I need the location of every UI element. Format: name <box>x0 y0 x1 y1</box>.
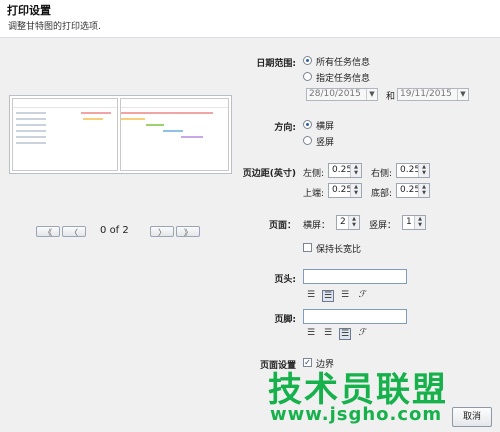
orientation-label: 方向: <box>274 123 296 133</box>
pages-vertical-label: 竖屏： <box>369 221 397 231</box>
dialog-subtitle: 调整甘特图的打印选项. <box>8 22 101 32</box>
start-date-picker[interactable]: 28/10/2015 ▼ <box>306 88 378 101</box>
next-page-button[interactable]: 〉 <box>150 226 174 237</box>
radio-all-tasks[interactable] <box>303 56 312 65</box>
landscape-label: 横屏 <box>316 122 335 132</box>
of-label: of <box>109 225 120 236</box>
font-icon[interactable]: ℱ <box>356 290 368 302</box>
first-page-button[interactable]: 《 <box>36 226 60 237</box>
margin-top-stepper[interactable]: ▲ ▼ <box>350 184 361 197</box>
keep-aspect-label: 保持长宽比 <box>316 245 362 255</box>
preview-page-2 <box>120 98 229 171</box>
margin-right-input[interactable]: 0.25 ▲ ▼ <box>396 163 430 178</box>
radio-specified-tasks[interactable] <box>303 72 312 81</box>
previous-page-icon: 〈 <box>70 228 78 237</box>
margin-bottom-input[interactable]: 0.25 ▲ ▼ <box>396 183 430 198</box>
page-footer-label: 页脚: <box>274 315 296 325</box>
end-date-picker[interactable]: 19/11/2015 ▼ <box>397 88 469 101</box>
margin-bottom-label: 底部: <box>371 189 393 199</box>
start-date-value: 28/10/2015 <box>309 89 361 99</box>
specified-tasks-label: 指定任务信息 <box>316 74 371 84</box>
pages-horizontal-input[interactable]: 2 ▲ ▼ <box>336 215 360 230</box>
cancel-label: 取消 <box>462 412 481 422</box>
pages-vertical-input[interactable]: 1 ▲ ▼ <box>402 215 426 230</box>
font-icon[interactable]: ℱ <box>356 328 368 340</box>
preview-page-1 <box>12 98 118 171</box>
page-footer-input[interactable] <box>303 309 407 324</box>
watermark-url: www.jsgho.com <box>270 404 443 425</box>
end-date-value: 19/11/2015 <box>400 89 452 99</box>
radio-landscape[interactable] <box>303 120 312 129</box>
pages-horizontal-value: 2 <box>340 217 346 227</box>
pages-vertical-stepper[interactable]: ▲ ▼ <box>414 216 425 229</box>
radio-portrait[interactable] <box>303 136 312 145</box>
next-page-icon: 〉 <box>158 228 166 237</box>
portrait-label: 竖屏 <box>316 138 335 148</box>
pages-label: 页面： <box>268 221 296 231</box>
page-indicator: 0 of 2 <box>100 225 129 236</box>
chevron-down-icon: ▼ <box>457 89 468 100</box>
align-center-icon[interactable]: ☰ <box>322 328 334 340</box>
current-page: 0 <box>100 225 107 236</box>
pages-horizontal-stepper[interactable]: ▲ ▼ <box>348 216 359 229</box>
margin-top-label: 上端: <box>303 189 325 199</box>
margins-label: 页边距(英寸) <box>242 169 296 179</box>
align-right-icon[interactable]: ☰ <box>339 290 351 302</box>
margin-bottom-stepper[interactable]: ▲ ▼ <box>418 184 429 197</box>
chevron-down-icon: ▼ <box>366 89 377 100</box>
previous-page-button[interactable]: 〈 <box>62 226 86 237</box>
margin-left-label: 左侧: <box>303 169 325 179</box>
total-pages: 2 <box>122 225 129 236</box>
align-left-icon[interactable]: ☰ <box>305 328 317 340</box>
last-page-button[interactable]: 》 <box>176 226 200 237</box>
dialog-title: 打印设置 <box>7 4 51 17</box>
page-header-input[interactable] <box>303 269 407 284</box>
and-label: 和 <box>386 92 396 102</box>
page-header-label: 页头: <box>274 275 296 285</box>
margin-left-input[interactable]: 0.25 ▲ ▼ <box>328 163 362 178</box>
first-page-icon: 《 <box>44 228 52 237</box>
print-preview <box>9 95 232 174</box>
margin-left-stepper[interactable]: ▲ ▼ <box>350 164 361 177</box>
margin-right-stepper[interactable]: ▲ ▼ <box>418 164 429 177</box>
all-tasks-label: 所有任务信息 <box>316 58 371 68</box>
cancel-button[interactable]: 取消 <box>452 407 492 427</box>
keep-aspect-checkbox[interactable] <box>303 243 312 252</box>
pages-vertical-value: 1 <box>406 217 412 227</box>
pages-horizontal-label: 横屏： <box>303 221 331 231</box>
last-page-icon: 》 <box>184 228 192 237</box>
align-center-icon[interactable]: ☰ <box>322 290 334 302</box>
margin-top-input[interactable]: 0.25 ▲ ▼ <box>328 183 362 198</box>
date-range-label: 日期范围: <box>256 59 296 69</box>
align-right-icon[interactable]: ☰ <box>339 328 351 340</box>
align-left-icon[interactable]: ☰ <box>305 290 317 302</box>
margin-right-label: 右侧: <box>371 169 393 179</box>
